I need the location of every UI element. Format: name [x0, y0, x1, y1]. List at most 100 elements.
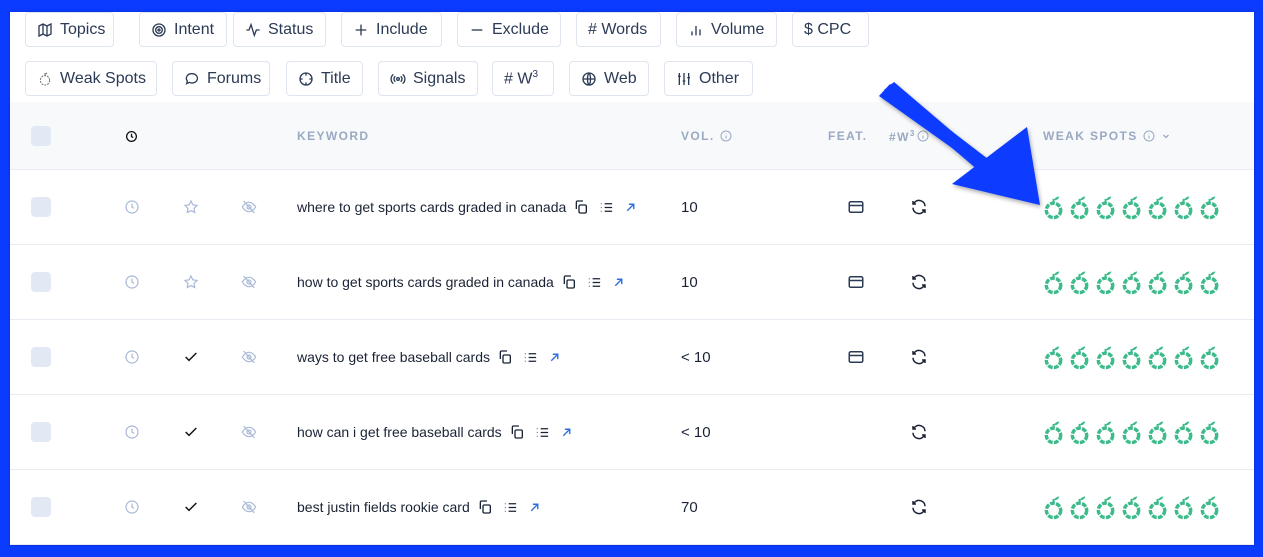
copy-icon[interactable] [497, 349, 513, 365]
filter-exclude-button[interactable]: Exclude [457, 12, 561, 47]
check-icon[interactable] [183, 499, 199, 515]
check-icon[interactable] [183, 349, 199, 365]
filter-intent-button[interactable]: Intent [139, 12, 227, 47]
copy-icon[interactable] [561, 274, 577, 290]
list-icon[interactable] [599, 200, 614, 215]
info-icon[interactable] [1143, 130, 1155, 142]
filter-label: Weak Spots [60, 69, 146, 87]
keywords-table: KEYWORD VOL. FEAT. #W3 WEAK SPOTS where … [10, 102, 1254, 545]
refresh-icon[interactable] [910, 273, 928, 291]
filter-signals-button[interactable]: Signals [378, 61, 478, 96]
clock-icon[interactable] [124, 274, 140, 290]
volume-header[interactable]: VOL. [681, 102, 732, 170]
info-icon[interactable] [917, 130, 929, 142]
row-checkbox[interactable] [31, 422, 51, 442]
list-icon[interactable] [523, 350, 538, 365]
external-link-icon[interactable] [624, 201, 637, 214]
filter-w3-button[interactable]: # W3 [492, 61, 554, 96]
features-header[interactable]: FEAT. [828, 102, 867, 170]
table-row[interactable]: how can i get free baseball cards < 10 [10, 395, 1254, 470]
clock-icon[interactable] [124, 349, 140, 365]
card-feature-icon[interactable] [847, 198, 865, 216]
copy-icon[interactable] [509, 424, 525, 440]
clock-icon[interactable] [124, 499, 140, 515]
weak-spot-apple-icon [1172, 194, 1195, 221]
row-checkbox[interactable] [31, 272, 51, 292]
filter-weak-spots-button[interactable]: Weak Spots [25, 61, 157, 96]
filter-label: Topics [60, 20, 106, 38]
weak-spots-rating [1042, 269, 1221, 296]
row-select-cell [31, 395, 51, 469]
filter-words-button[interactable]: # Words [576, 12, 661, 47]
info-icon[interactable] [720, 130, 732, 142]
list-icon[interactable] [587, 275, 602, 290]
card-feature-icon[interactable] [847, 348, 865, 366]
w3-header-text: #W [889, 129, 910, 144]
weak-spot-apple-icon [1146, 269, 1169, 296]
refresh-icon[interactable] [910, 198, 928, 216]
filter-volume-button[interactable]: Volume [676, 12, 777, 47]
copy-icon[interactable] [573, 199, 589, 215]
weak-spot-apple-icon [1068, 344, 1091, 371]
weak-spots-cell [1042, 320, 1221, 394]
list-icon[interactable] [503, 500, 518, 515]
table-row[interactable]: best justin fields rookie card 70 [10, 470, 1254, 545]
weak-spots-rating [1042, 194, 1221, 221]
filter-other-button[interactable]: Other [664, 61, 753, 96]
external-link-icon[interactable] [612, 276, 625, 289]
filter-web-button[interactable]: Web [569, 61, 649, 96]
table-row[interactable]: how to get sports cards graded in canada… [10, 245, 1254, 320]
filter-title-button[interactable]: Title [286, 61, 363, 96]
list-icon[interactable] [535, 425, 550, 440]
clock-icon[interactable] [124, 199, 140, 215]
refresh-icon[interactable] [910, 498, 928, 516]
card-feature-icon[interactable] [847, 273, 865, 291]
copy-icon[interactable] [477, 499, 493, 515]
keyword-text[interactable]: how to get sports cards graded in canada [297, 274, 554, 290]
select-all-checkbox[interactable] [31, 126, 51, 146]
eye-off-icon[interactable] [241, 499, 257, 515]
filter-forums-button[interactable]: Forums [172, 61, 270, 96]
row-checkbox[interactable] [31, 197, 51, 217]
external-link-icon[interactable] [528, 501, 541, 514]
keyword-text[interactable]: how can i get free baseball cards [297, 424, 502, 440]
table-row[interactable]: where to get sports cards graded in cana… [10, 170, 1254, 245]
keyword-header[interactable]: KEYWORD [297, 102, 369, 170]
row-checkbox[interactable] [31, 497, 51, 517]
external-link-icon[interactable] [548, 351, 561, 364]
eye-off-icon[interactable] [241, 349, 257, 365]
filter-topics-button[interactable]: Topics [25, 12, 114, 47]
weak-spot-apple-icon [1094, 494, 1117, 521]
eye-off-icon[interactable] [241, 274, 257, 290]
keyword-text[interactable]: ways to get free baseball cards [297, 349, 490, 365]
check-icon[interactable] [183, 424, 199, 440]
history-header[interactable] [125, 102, 138, 170]
chevron-down-icon[interactable] [1160, 130, 1172, 142]
star-icon[interactable] [183, 199, 199, 215]
filter-label: Forums [207, 69, 262, 87]
keyword-text[interactable]: where to get sports cards graded in cana… [297, 199, 566, 215]
eye-off-icon[interactable] [241, 199, 257, 215]
row-checkbox[interactable] [31, 347, 51, 367]
clock-icon[interactable] [124, 424, 140, 440]
table-row[interactable]: ways to get free baseball cards < 10 [10, 320, 1254, 395]
refresh-icon[interactable] [910, 348, 928, 366]
star-icon[interactable] [183, 274, 199, 290]
filter-cpc-button[interactable]: $ CPC [792, 12, 869, 47]
volume-cell: < 10 [681, 320, 711, 394]
filter-status-button[interactable]: Status [233, 12, 326, 47]
volume-value: 70 [681, 498, 698, 516]
refresh-icon[interactable] [910, 423, 928, 441]
weak-spots-cell [1042, 395, 1221, 469]
weak-spot-apple-icon [1042, 494, 1065, 521]
w3-header[interactable]: #W3 [889, 102, 929, 170]
filter-label-text: # W [504, 70, 533, 88]
filter-include-button[interactable]: Include [341, 12, 442, 47]
row-select-cell [31, 320, 51, 394]
broadcast-icon [390, 71, 406, 87]
eye-off-icon[interactable] [241, 424, 257, 440]
external-link-icon[interactable] [560, 426, 573, 439]
weak-spots-header[interactable]: WEAK SPOTS [1043, 102, 1172, 170]
keyword-text[interactable]: best justin fields rookie card [297, 499, 470, 515]
filter-bar: Topics Intent Status Include Exclude # W… [10, 12, 1254, 102]
